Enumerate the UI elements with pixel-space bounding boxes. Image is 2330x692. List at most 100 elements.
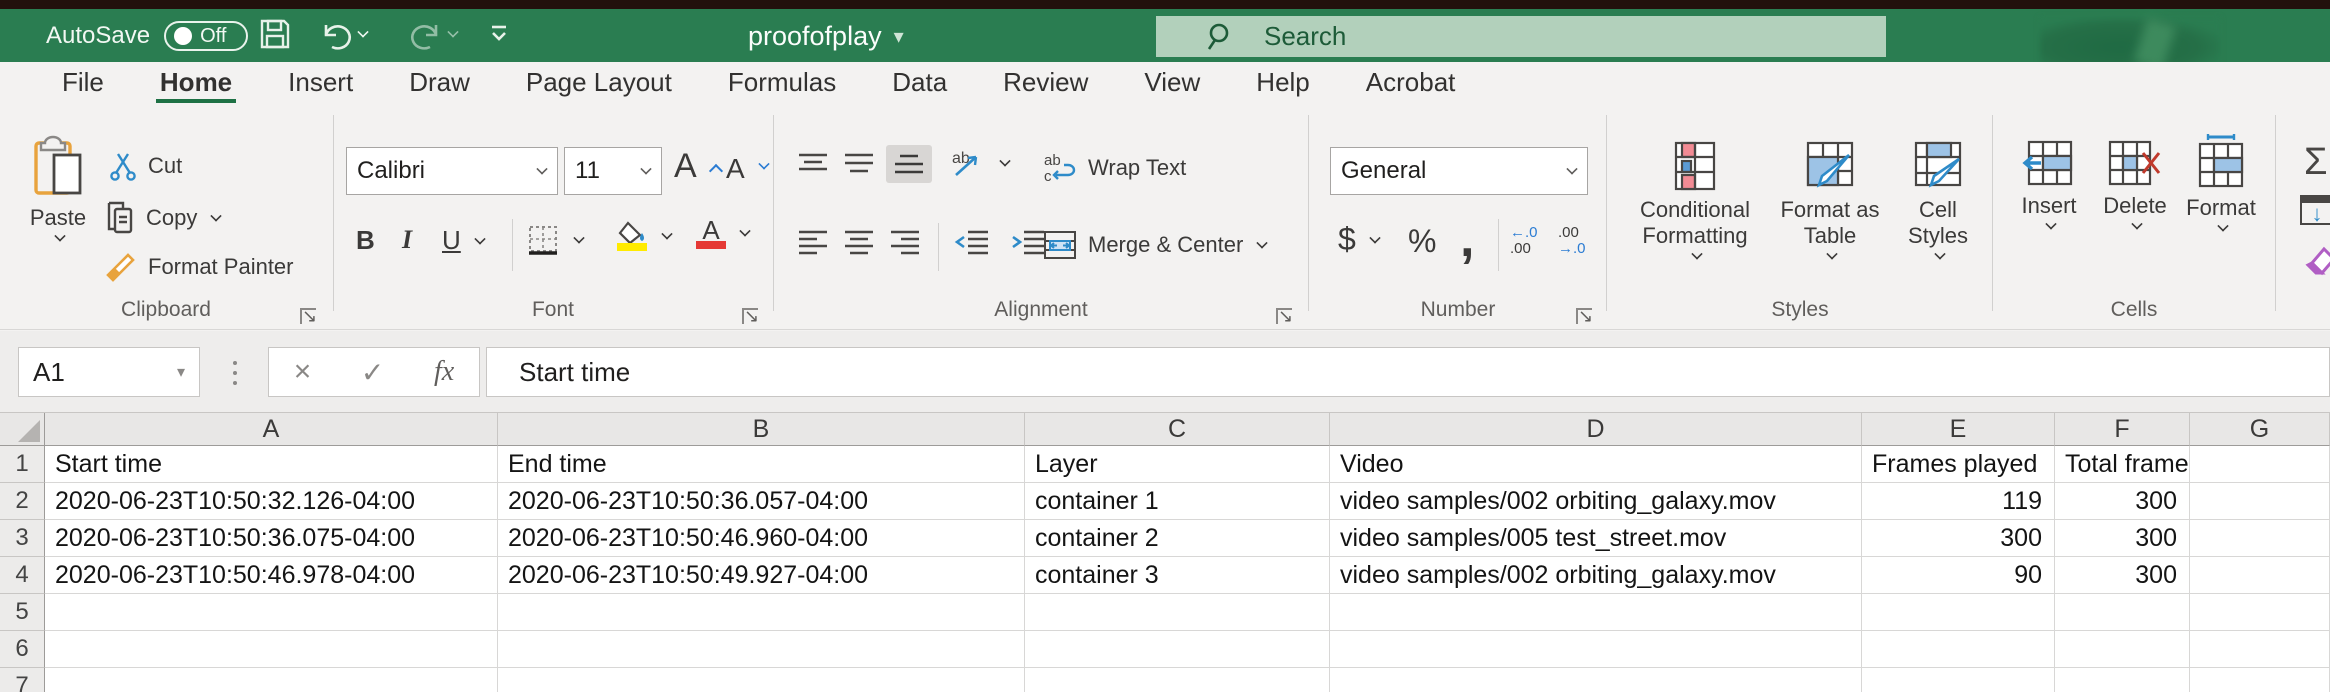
format-as-table-dropdown-icon[interactable] xyxy=(1826,248,1838,260)
cell[interactable] xyxy=(45,594,498,631)
fill-color-dropdown-icon[interactable] xyxy=(661,228,673,240)
cell[interactable] xyxy=(2190,631,2330,668)
orientation-dropdown-icon[interactable] xyxy=(999,155,1011,167)
column-header[interactable]: C xyxy=(1025,413,1330,446)
cell[interactable] xyxy=(1025,594,1330,631)
cell[interactable]: video samples/002 orbiting_galaxy.mov xyxy=(1330,483,1862,520)
column-header[interactable]: F xyxy=(2055,413,2190,446)
cell-styles-button[interactable]: Cell Styles xyxy=(1892,139,1984,260)
row-header[interactable]: 5 xyxy=(0,594,45,631)
row-header[interactable]: 3 xyxy=(0,520,45,557)
insert-function-icon[interactable]: fx xyxy=(434,356,454,388)
cut-button[interactable]: Cut xyxy=(108,151,182,181)
select-all-corner[interactable] xyxy=(0,413,45,446)
fill-button[interactable]: ↓ xyxy=(2300,195,2330,225)
middle-align-button[interactable] xyxy=(842,151,876,177)
align-center-button[interactable] xyxy=(842,229,876,255)
wrap-text-button[interactable]: ab c Wrap Text xyxy=(1042,151,1186,185)
cell[interactable]: 300 xyxy=(1862,520,2055,557)
search-box[interactable]: Search xyxy=(1156,16,1886,57)
clear-button[interactable] xyxy=(2298,241,2330,281)
cell[interactable]: 2020-06-23T10:50:32.126-04:00 xyxy=(45,483,498,520)
redo-button[interactable] xyxy=(408,17,459,51)
paste-dropdown-icon[interactable] xyxy=(54,230,66,242)
bottom-align-button[interactable] xyxy=(886,145,932,183)
accounting-dropdown-icon[interactable] xyxy=(1369,231,1381,244)
copy-dropdown-icon[interactable] xyxy=(210,210,223,222)
font-dialog-launcher-icon[interactable]: ↘ xyxy=(742,307,759,325)
percent-style-button[interactable]: % xyxy=(1408,223,1436,260)
borders-button[interactable] xyxy=(526,223,585,257)
cancel-icon[interactable]: × xyxy=(294,355,312,389)
cell[interactable]: End time xyxy=(498,446,1025,483)
cell[interactable]: container 2 xyxy=(1025,520,1330,557)
conditional-formatting-button[interactable]: Conditional Formatting xyxy=(1620,139,1770,260)
alignment-dialog-launcher-icon[interactable]: ↘ xyxy=(1276,307,1293,325)
tab-draw[interactable]: Draw xyxy=(381,62,498,103)
document-title[interactable]: proofofplay ▾ xyxy=(748,21,904,52)
cell[interactable] xyxy=(2190,446,2330,483)
fill-color-button[interactable] xyxy=(616,221,673,251)
tab-review[interactable]: Review xyxy=(975,62,1116,103)
tab-page-layout[interactable]: Page Layout xyxy=(498,62,700,103)
underline-button[interactable]: U xyxy=(442,225,486,256)
align-left-button[interactable] xyxy=(796,229,830,255)
format-cells-button[interactable]: Format xyxy=(2178,133,2264,232)
font-color-button[interactable]: A xyxy=(696,217,751,249)
cell[interactable]: container 3 xyxy=(1025,557,1330,594)
cell[interactable] xyxy=(2055,594,2190,631)
cell[interactable] xyxy=(1330,594,1862,631)
row-header[interactable]: 7 xyxy=(0,668,45,692)
row-header[interactable]: 6 xyxy=(0,631,45,668)
cell[interactable] xyxy=(2190,594,2330,631)
tab-help[interactable]: Help xyxy=(1228,62,1337,103)
cell[interactable]: 2020-06-23T10:50:46.978-04:00 xyxy=(45,557,498,594)
format-painter-button[interactable]: Format Painter xyxy=(104,251,294,283)
cell[interactable] xyxy=(1330,631,1862,668)
cell[interactable]: Start time xyxy=(45,446,498,483)
cell[interactable]: 2020-06-23T10:50:36.057-04:00 xyxy=(498,483,1025,520)
cell[interactable]: container 1 xyxy=(1025,483,1330,520)
cell[interactable] xyxy=(2055,668,2190,692)
cell[interactable] xyxy=(2190,520,2330,557)
cell-styles-dropdown-icon[interactable] xyxy=(1934,248,1946,260)
name-box[interactable]: A1 ▾ xyxy=(18,347,200,397)
decrease-indent-button[interactable] xyxy=(954,229,992,255)
column-header[interactable]: E xyxy=(1862,413,2055,446)
column-header[interactable]: D xyxy=(1330,413,1862,446)
enter-icon[interactable]: ✓ xyxy=(361,356,384,389)
customize-quick-access-button[interactable] xyxy=(486,17,512,47)
delete-cells-button[interactable]: Delete xyxy=(2092,139,2178,230)
tab-formulas[interactable]: Formulas xyxy=(700,62,864,103)
decrease-decimal-button[interactable]: .00 →.0 xyxy=(1558,225,1586,257)
font-name-combo[interactable]: Calibri xyxy=(346,147,558,195)
font-color-dropdown-icon[interactable] xyxy=(739,225,751,237)
cell[interactable]: 119 xyxy=(1862,483,2055,520)
undo-dropdown-icon[interactable] xyxy=(357,26,369,38)
clipboard-dialog-launcher-icon[interactable]: ↘ xyxy=(300,307,317,325)
cell[interactable] xyxy=(2190,668,2330,692)
cell[interactable]: 2020-06-23T10:50:36.075-04:00 xyxy=(45,520,498,557)
bold-button[interactable]: B xyxy=(356,225,375,256)
insert-dropdown-icon[interactable] xyxy=(2045,218,2057,230)
underline-dropdown-icon[interactable] xyxy=(474,232,486,245)
cell[interactable]: 2020-06-23T10:50:46.960-04:00 xyxy=(498,520,1025,557)
format-as-table-button[interactable]: Format as Table xyxy=(1770,139,1890,260)
cell[interactable] xyxy=(1025,631,1330,668)
cell[interactable]: 90 xyxy=(1862,557,2055,594)
cell[interactable]: 300 xyxy=(2055,557,2190,594)
tab-insert[interactable]: Insert xyxy=(260,62,381,103)
delete-dropdown-icon[interactable] xyxy=(2131,218,2143,230)
number-dialog-launcher-icon[interactable]: ↘ xyxy=(1576,307,1593,325)
align-right-button[interactable] xyxy=(888,229,922,255)
tab-data[interactable]: Data xyxy=(864,62,975,103)
formula-bar-drag-handle[interactable] xyxy=(232,353,238,393)
cell[interactable] xyxy=(498,668,1025,692)
accounting-format-button[interactable]: $ xyxy=(1338,221,1381,258)
number-format-combo[interactable]: General xyxy=(1330,147,1588,195)
row-header[interactable]: 2 xyxy=(0,483,45,520)
cell[interactable]: video samples/005 test_street.mov xyxy=(1330,520,1862,557)
cell[interactable] xyxy=(2190,557,2330,594)
top-align-button[interactable] xyxy=(796,151,830,177)
decrease-font-size-button[interactable]: A xyxy=(726,153,770,185)
